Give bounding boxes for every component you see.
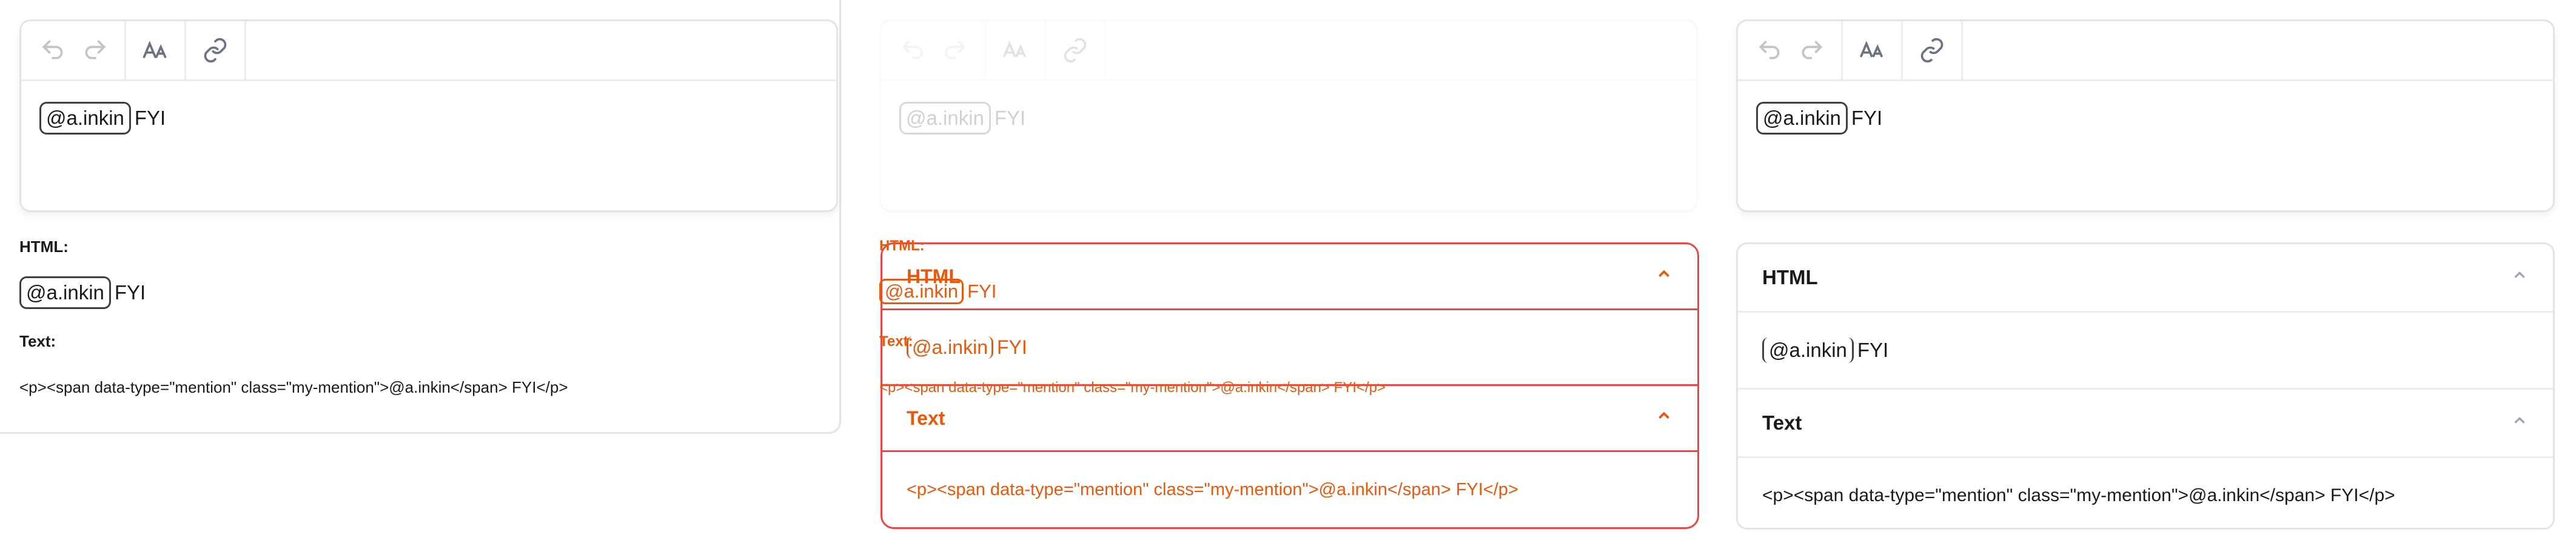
format-group <box>986 21 1046 79</box>
link-icon <box>1920 38 1944 63</box>
font-size-icon <box>1859 41 1883 58</box>
html-output-text: FYI <box>114 281 146 304</box>
editor-content[interactable]: @a.inkin FYI <box>1738 81 2553 155</box>
html-output-text: FYI <box>967 281 997 302</box>
undo-button[interactable] <box>36 33 70 67</box>
accordion-html-body-outline: @a.inkin FYI <box>880 308 1699 386</box>
history-group <box>896 21 986 79</box>
accordion-html-header-outline[interactable]: HTML <box>880 242 1699 310</box>
mention-chip[interactable]: @a.inkin <box>1756 102 1848 135</box>
chevron-up-icon <box>1655 265 1673 288</box>
undo-icon <box>42 40 63 59</box>
html-label: HTML: <box>19 238 69 256</box>
mention-chip[interactable]: @a.inkin <box>39 102 131 135</box>
editor-content[interactable]: @a.inkin FYI <box>21 81 836 155</box>
content-text: FYI <box>1851 106 1883 129</box>
font-size-icon <box>143 41 167 58</box>
text-output-overlay: <p><span data-type="mention" class="my-m… <box>879 379 1386 396</box>
format-group <box>1843 21 1903 79</box>
link-group <box>186 21 246 79</box>
mention-chip[interactable]: @a.inkin <box>899 102 991 135</box>
chevron-up-icon <box>1655 407 1673 430</box>
link-button[interactable] <box>198 33 232 67</box>
redo-button[interactable] <box>938 33 972 67</box>
panel-middle: @a.inkin FYI HTML @a.inkin FYI Text <p><… <box>864 0 1705 549</box>
accordion-text-body: <p><span data-type="mention" class="my-m… <box>907 479 1518 499</box>
accordion-text-title: Text <box>1762 411 1802 434</box>
format-group <box>126 21 186 79</box>
redo-button[interactable] <box>78 33 112 67</box>
html-output-text: FYI <box>996 336 1027 358</box>
text-label: Text: <box>19 332 56 350</box>
undo-icon <box>902 41 923 59</box>
panel-left: @a.inkin FYI HTML: @a.inkin FYI Text: <p… <box>0 0 841 549</box>
accordion-html-body: @a.inkin FYI <box>1738 313 2553 390</box>
accordion-text-header[interactable]: Text <box>1738 390 2553 458</box>
redo-icon <box>85 40 106 59</box>
text-label-overlay: Text: <box>879 333 913 350</box>
mention-chip: @a.inkin <box>907 336 993 359</box>
link-group <box>1046 21 1106 79</box>
undo-icon <box>1759 41 1780 59</box>
accordion-html-header: HTML <box>882 244 1697 308</box>
mention-chip: @a.inkin <box>1762 338 1854 363</box>
undo-button[interactable] <box>1753 33 1786 67</box>
editor-toolbar <box>1738 21 2553 81</box>
content-text: FYI <box>134 106 166 129</box>
link-button[interactable] <box>1915 33 1949 67</box>
editor[interactable]: @a.inkin FYI <box>1736 19 2555 212</box>
editor-content[interactable]: @a.inkin FYI <box>881 81 1696 155</box>
history-group <box>1753 21 1843 79</box>
redo-icon <box>1802 41 1823 59</box>
editor-toolbar <box>21 21 836 81</box>
link-icon <box>204 38 227 63</box>
editor[interactable]: @a.inkin FYI <box>19 19 838 212</box>
redo-icon <box>945 41 966 59</box>
link-icon <box>1064 38 1087 63</box>
text-output: <p><span data-type="mention" class="my-m… <box>19 378 568 396</box>
accordion-html-header[interactable]: HTML <box>1738 244 2553 313</box>
font-size-icon <box>1002 41 1027 58</box>
accordion-html-body: @a.inkin FYI <box>882 310 1697 384</box>
panel-right: @a.inkin FYI HTML @a.inkin FYI Text <p><… <box>1736 0 2576 549</box>
undo-button[interactable] <box>896 33 930 67</box>
output-accordion: HTML @a.inkin FYI Text <p><span data-typ… <box>1736 242 2555 530</box>
history-group <box>36 21 126 79</box>
accordion-text-body-outline: <p><span data-type="mention" class="my-m… <box>880 450 1699 529</box>
mention-chip: @a.inkin <box>19 276 111 309</box>
content-text: FYI <box>994 106 1026 129</box>
accordion-html-title: HTML <box>1762 266 1818 288</box>
html-output-text: FYI <box>1857 339 1889 361</box>
chevron-up-icon <box>2511 411 2529 434</box>
html-label-overlay: HTML: <box>879 238 925 254</box>
link-button[interactable] <box>1058 33 1092 67</box>
font-size-button[interactable] <box>138 33 172 67</box>
font-size-button[interactable] <box>1855 33 1889 67</box>
accordion-text-title: Text <box>907 407 945 429</box>
redo-button[interactable] <box>1795 33 1829 67</box>
chevron-up-icon <box>2511 266 2529 289</box>
editor-toolbar <box>881 21 1696 81</box>
font-size-button[interactable] <box>998 33 1032 67</box>
mention-chip: @a.inkin <box>879 279 964 304</box>
link-group <box>1903 21 1963 79</box>
html-output-overlay: @a.inkin FYI <box>879 279 996 304</box>
accordion-text-body: <p><span data-type="mention" class="my-m… <box>1762 485 2395 505</box>
editor-faded[interactable]: @a.inkin FYI <box>879 19 1698 212</box>
html-output: @a.inkin FYI <box>19 276 146 309</box>
